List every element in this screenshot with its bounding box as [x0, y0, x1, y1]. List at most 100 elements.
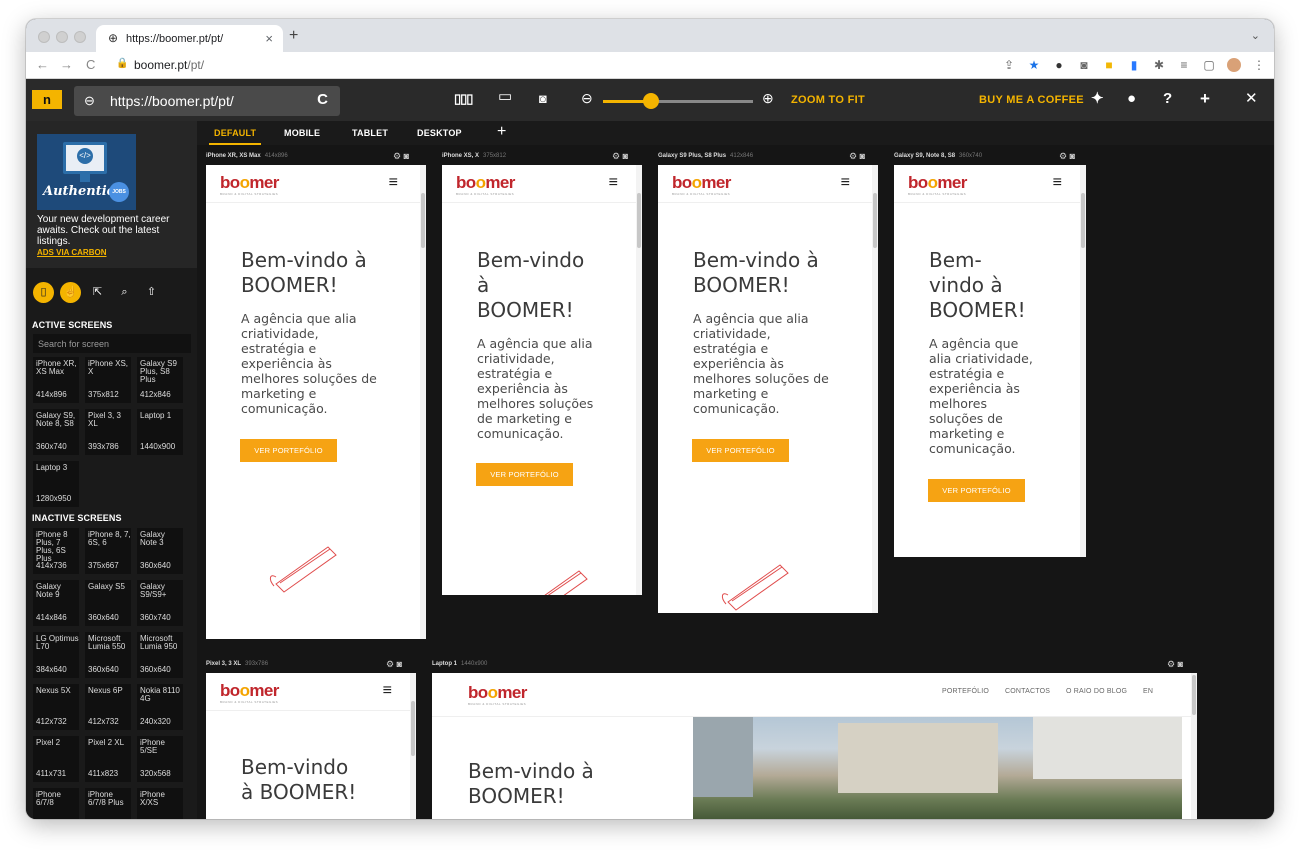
- scrollbar[interactable]: [420, 165, 426, 639]
- portfolio-button[interactable]: VER PORTEFÓLIO: [240, 439, 337, 462]
- scrollbar-thumb[interactable]: [637, 193, 641, 248]
- camera-icon[interactable]: ◙: [860, 151, 865, 161]
- browser-tab[interactable]: ⊕ https://boomer.pt/pt/ ×: [96, 25, 283, 52]
- tab-close-icon[interactable]: ×: [265, 31, 273, 46]
- screenshot-icon[interactable]: ◙: [539, 91, 547, 107]
- camera-icon[interactable]: ◙: [397, 659, 402, 669]
- nav-contacts-link[interactable]: CONTACTOS: [1005, 688, 1050, 695]
- screen-tile[interactable]: iPhone X/XS: [137, 788, 183, 819]
- screen-tile[interactable]: LG Optimus L70 384x640: [33, 632, 79, 678]
- nav-blog-link[interactable]: O RAIO DO BLOG: [1066, 688, 1127, 695]
- boomer-logo[interactable]: boomer: [468, 683, 527, 703]
- gear-icon[interactable]: ⚙: [1167, 659, 1175, 669]
- boomer-logo[interactable]: boomer: [456, 173, 515, 193]
- screen-tile[interactable]: iPhone XR, XS Max 414x896: [33, 357, 79, 403]
- gear-icon[interactable]: ⚙: [1059, 151, 1067, 161]
- carbon-ad[interactable]: </> Authentic JOBS Your new development …: [26, 121, 197, 268]
- screen-tile[interactable]: iPhone XS, X 375x812: [85, 357, 131, 403]
- twitter-icon[interactable]: ✦: [1091, 90, 1104, 108]
- help-icon[interactable]: ?: [1163, 90, 1172, 108]
- screen-tile[interactable]: Galaxy S9/S9+ 360x740: [137, 580, 183, 626]
- zoom-to-fit-button[interactable]: ZOOM TO FIT: [791, 94, 865, 106]
- screen-tile[interactable]: Pixel 3, 3 XL 393x786: [85, 409, 131, 455]
- hamburger-menu-icon[interactable]: ≡: [841, 174, 850, 192]
- screen-tile[interactable]: Galaxy S5 360x640: [85, 580, 131, 626]
- screen-tile[interactable]: Galaxy S9, Note 8, S8 360x740: [33, 409, 79, 455]
- tab-search-chevron-icon[interactable]: ⌄: [1251, 29, 1260, 42]
- back-arrow-icon[interactable]: ←: [36, 57, 49, 73]
- scrollbar[interactable]: [1080, 165, 1086, 557]
- screen-tile[interactable]: Nexus 6P 412x732: [85, 684, 131, 730]
- scrollbar[interactable]: [872, 165, 878, 613]
- portfolio-button[interactable]: VER PORTEFÓLIO: [928, 479, 1025, 502]
- reading-list-icon[interactable]: ≡: [1177, 57, 1191, 73]
- lock-icon[interactable]: 🔒: [116, 58, 128, 69]
- scrollbar[interactable]: [410, 673, 416, 819]
- screen-tile[interactable]: Galaxy Note 9 414x846: [33, 580, 79, 626]
- tab-default[interactable]: DEFAULT: [214, 128, 256, 138]
- app-logo[interactable]: n: [32, 90, 62, 109]
- tab-mobile[interactable]: MOBILE: [284, 128, 320, 138]
- gear-icon[interactable]: ⚙: [612, 151, 620, 161]
- device-screen[interactable]: boomer BRAND & DIGITAL STRATEGIES ≡ Bem-…: [206, 673, 416, 819]
- tab-tablet[interactable]: TABLET: [352, 128, 388, 138]
- touch-mode-icon[interactable]: ☝: [60, 282, 81, 303]
- new-tab-button[interactable]: +: [289, 28, 298, 44]
- screen-tile[interactable]: Microsoft Lumia 550 360x640: [85, 632, 131, 678]
- extension-icon[interactable]: ●: [1052, 57, 1066, 73]
- device-mode-icon[interactable]: ▯: [33, 282, 54, 303]
- menu-dots-icon[interactable]: ⋮: [1252, 57, 1266, 73]
- device-screen[interactable]: boomer BRAND & DIGITAL STRATEGIES ≡ Bem-…: [442, 165, 642, 595]
- tab-desktop[interactable]: DESKTOP: [417, 128, 462, 138]
- portfolio-button[interactable]: VER PORTEFÓLIO: [476, 463, 573, 486]
- buy-me-a-coffee-link[interactable]: BUY ME A COFFEE: [979, 94, 1084, 106]
- screen-tile[interactable]: iPhone 8 Plus, 7 Plus, 6S Plus 414x736: [33, 528, 79, 574]
- close-icon[interactable]: ✕: [1245, 90, 1258, 108]
- device-screen[interactable]: boomer BRAND & DIGITAL STRATEGIES PORTEF…: [432, 673, 1197, 819]
- zoom-slider-track[interactable]: [603, 100, 753, 103]
- screen-tile[interactable]: iPhone 5/SE 320x568: [137, 736, 183, 782]
- gear-icon[interactable]: ⚙: [849, 151, 857, 161]
- side-panel-icon[interactable]: ▢: [1202, 57, 1216, 73]
- nav-portfolio-link[interactable]: PORTEFÓLIO: [942, 688, 989, 695]
- bookmark-star-icon[interactable]: ★: [1027, 57, 1041, 73]
- camera-icon[interactable]: ◙: [623, 151, 628, 161]
- screen-tile[interactable]: iPhone 6/7/8 Plus: [85, 788, 131, 819]
- boomer-logo[interactable]: boomer: [220, 681, 279, 701]
- nav-language-link[interactable]: EN: [1143, 688, 1153, 695]
- inspect-icon[interactable]: ⇱: [87, 282, 108, 303]
- camera-icon[interactable]: ◙: [404, 151, 409, 161]
- boomer-logo[interactable]: boomer: [908, 173, 967, 193]
- window-minimize-dot[interactable]: [56, 31, 68, 43]
- scrollbar[interactable]: [636, 165, 642, 595]
- gear-icon[interactable]: ⚙: [386, 659, 394, 669]
- screen-tile[interactable]: Galaxy Note 3 360x640: [137, 528, 183, 574]
- add-icon[interactable]: +: [1200, 90, 1210, 108]
- zoom-slider-handle[interactable]: [643, 93, 659, 109]
- camera-icon[interactable]: ◙: [1070, 151, 1075, 161]
- layout-icon[interactable]: ▯▯▯: [454, 91, 473, 107]
- scrollbar[interactable]: [1191, 673, 1197, 819]
- screen-tile[interactable]: iPhone 8, 7, 6S, 6 375x667: [85, 528, 131, 574]
- boomer-logo[interactable]: boomer: [220, 173, 279, 193]
- zoom-out-icon[interactable]: ⊖: [581, 90, 593, 106]
- hamburger-menu-icon[interactable]: ≡: [383, 682, 392, 700]
- device-screen[interactable]: boomer BRAND & DIGITAL STRATEGIES ≡ Bem-…: [894, 165, 1086, 557]
- upload-icon[interactable]: ⇧: [141, 282, 162, 303]
- window-zoom-dot[interactable]: [74, 31, 86, 43]
- screen-tile[interactable]: Pixel 2 411x731: [33, 736, 79, 782]
- hamburger-menu-icon[interactable]: ≡: [609, 174, 618, 192]
- portfolio-button[interactable]: VER PORTEFÓLIO: [692, 439, 789, 462]
- reload-icon[interactable]: C: [317, 91, 328, 108]
- screen-tile[interactable]: Microsoft Lumia 950 360x640: [137, 632, 183, 678]
- scrollbar-thumb[interactable]: [1081, 193, 1085, 248]
- ads-via-carbon-link[interactable]: ADS VIA CARBON: [37, 248, 106, 257]
- forward-arrow-icon[interactable]: →: [60, 57, 73, 73]
- puzzle-icon[interactable]: ✱: [1152, 57, 1166, 73]
- window-close-dot[interactable]: [38, 31, 50, 43]
- camera-extension-icon[interactable]: ◙: [1077, 57, 1091, 73]
- device-frame-icon[interactable]: ▭: [498, 89, 512, 105]
- camera-icon[interactable]: ◙: [1178, 659, 1183, 669]
- screen-tile[interactable]: iPhone 6/7/8: [33, 788, 79, 819]
- window-extension-icon[interactable]: ▮: [1127, 57, 1141, 73]
